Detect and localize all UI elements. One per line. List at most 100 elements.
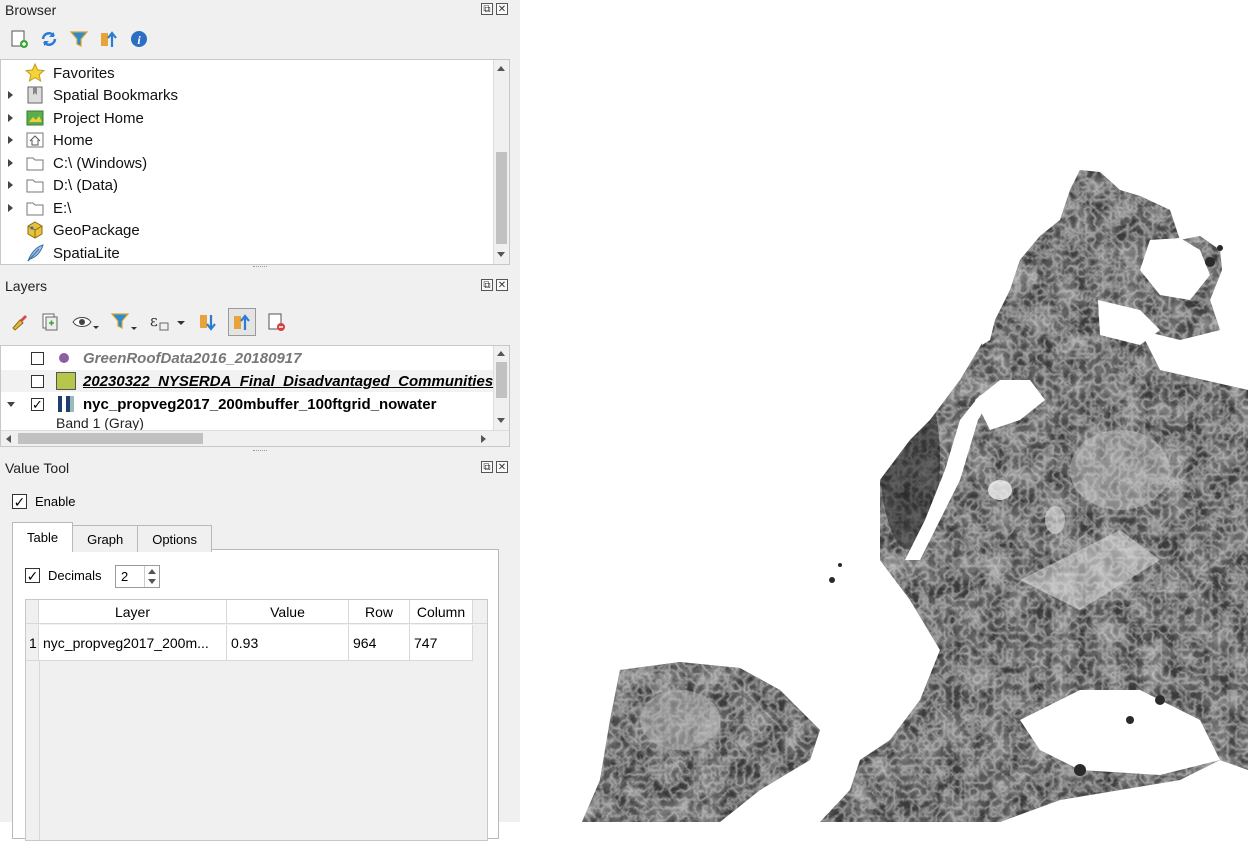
decimals-checkbox[interactable]: ✓ [25, 568, 40, 583]
enable-checkbox[interactable]: ✓ [12, 494, 27, 509]
filter-icon[interactable] [68, 28, 90, 50]
layers-horizontal-scrollbar[interactable] [1, 430, 509, 446]
close-icon[interactable]: ✕ [496, 3, 508, 15]
browser-toolbar: i [8, 28, 150, 50]
layer-visibility-checkbox[interactable] [31, 374, 44, 388]
raster-map-image [582, 170, 1248, 822]
star-icon [25, 63, 45, 83]
layer-label: 20230322_NYSERDA_Final_Disadvantaged_Com… [83, 372, 510, 390]
info-icon[interactable]: i [128, 28, 150, 50]
decimals-label: Decimals [48, 568, 102, 583]
row-number: 1 [26, 625, 39, 661]
scroll-down-icon[interactable] [497, 252, 505, 257]
tab-graph[interactable]: Graph [72, 525, 139, 552]
enable-label: Enable [35, 494, 76, 509]
tab-table[interactable]: Table [12, 522, 74, 552]
column-header-layer[interactable]: Layer [39, 600, 227, 624]
browser-item-label: Project Home [53, 109, 144, 127]
decimals-value[interactable]: 2 [121, 569, 128, 584]
browser-item-label: SpatiaLite [53, 244, 120, 262]
filter-legend-icon[interactable] [109, 311, 139, 333]
browser-vertical-scrollbar[interactable] [493, 60, 509, 264]
spin-up-icon[interactable] [148, 569, 156, 574]
scrollbar-thumb[interactable] [496, 152, 507, 244]
close-icon[interactable]: ✕ [496, 279, 508, 291]
spin-buttons [144, 566, 160, 587]
project-home-icon [25, 108, 45, 128]
layer-visibility-checkbox[interactable] [31, 351, 44, 365]
add-selected-layers-icon[interactable] [8, 28, 30, 50]
layers-vertical-scrollbar[interactable] [493, 346, 509, 430]
value-tool-tabs: Table Graph Options [12, 522, 213, 552]
column-header-column[interactable]: Column [410, 600, 473, 624]
scroll-up-icon[interactable] [497, 351, 505, 356]
close-icon[interactable]: ✕ [496, 461, 508, 473]
float-icon[interactable]: ⧉ [481, 461, 493, 473]
expand-arrow-icon[interactable] [8, 91, 13, 99]
tab-options[interactable]: Options [137, 525, 213, 552]
layer-item-greenroof[interactable]: GreenRoofData2016_20180917 [1, 347, 496, 369]
visibility-eye-icon[interactable] [70, 311, 100, 333]
browser-item-label: E:\ [53, 199, 72, 217]
layers-panel-title: Layers [5, 278, 48, 294]
collapse-all-icon[interactable] [98, 28, 120, 50]
enable-option[interactable]: ✓ Enable [12, 494, 75, 509]
table-cell-layer: nyc_propveg2017_200m... [39, 625, 227, 661]
table-corner [26, 600, 39, 624]
expression-filter-icon[interactable]: ε [148, 311, 188, 333]
table-cell-column: 747 [410, 625, 473, 661]
layer-visibility-checkbox[interactable]: ✓ [31, 397, 44, 411]
scroll-left-icon[interactable] [6, 435, 11, 443]
scroll-down-icon[interactable] [497, 418, 505, 423]
float-icon[interactable]: ⧉ [481, 279, 493, 291]
band-legend-item: Band 1 (Gray) [1, 414, 496, 430]
collapse-all-icon[interactable] [228, 308, 256, 336]
column-header-value[interactable]: Value [227, 600, 349, 624]
map-canvas[interactable] [520, 0, 1248, 822]
layer-item-nyc-propveg[interactable]: ✓ nyc_propveg2017_200mbuffer_100ftgrid_n… [1, 393, 496, 415]
remove-layer-icon[interactable] [265, 311, 287, 333]
expand-arrow-icon[interactable] [8, 159, 13, 167]
value-tool-panel-title: Value Tool [5, 460, 70, 476]
row-header-strip [26, 661, 40, 840]
svg-text:ε: ε [150, 312, 158, 330]
feather-icon [25, 243, 45, 263]
polygon-layer-icon [56, 372, 76, 390]
folder-icon [25, 175, 45, 195]
layer-label: GreenRoofData2016_20180917 [83, 349, 302, 367]
decimals-spinbox[interactable]: 2 [115, 565, 160, 588]
scrollbar-thumb[interactable] [496, 362, 507, 398]
raster-layer-icon [58, 396, 74, 412]
layers-tree[interactable]: GreenRoofData2016_20180917 20230322_NYSE… [0, 345, 510, 447]
splitter-handle[interactable] [253, 266, 267, 269]
style-brush-icon[interactable] [8, 311, 30, 333]
table-cell-value: 0.93 [227, 625, 349, 661]
expand-arrow-icon[interactable] [8, 114, 13, 122]
splitter-handle[interactable] [253, 450, 267, 453]
browser-tree[interactable]: Favorites Spatial Bookmarks Project Home… [0, 59, 510, 265]
browser-item-label: Home [53, 131, 94, 149]
scroll-right-icon[interactable] [481, 435, 486, 443]
scrollbar-thumb[interactable] [18, 433, 203, 444]
refresh-icon[interactable] [38, 28, 60, 50]
browser-item-label: D:\ (Data) [53, 176, 119, 194]
layer-label: nyc_propveg2017_200mbuffer_100ftgrid_now… [83, 395, 437, 413]
layer-item-nyserda[interactable]: 20230322_NYSERDA_Final_Disadvantaged_Com… [1, 370, 509, 392]
decimals-option[interactable]: ✓ Decimals [25, 568, 101, 583]
expand-arrow-icon[interactable] [8, 204, 13, 212]
spin-down-icon[interactable] [148, 579, 156, 584]
expand-arrow-icon[interactable] [8, 136, 13, 144]
browser-item-label: Favorites [53, 64, 115, 82]
browser-item-label: GeoPackage [53, 221, 140, 239]
layers-toolbar: ε [8, 308, 287, 336]
float-icon[interactable]: ⧉ [481, 3, 493, 15]
expand-arrow-icon[interactable] [8, 181, 13, 189]
home-icon [25, 130, 45, 150]
add-group-icon[interactable] [39, 311, 61, 333]
value-tool-panel-controls: ⧉ ✕ [481, 461, 508, 473]
scroll-up-icon[interactable] [497, 66, 505, 71]
expand-all-icon[interactable] [197, 311, 219, 333]
column-header-row[interactable]: Row [349, 600, 410, 624]
collapse-arrow-icon[interactable] [7, 401, 15, 407]
folder-icon [25, 198, 45, 218]
